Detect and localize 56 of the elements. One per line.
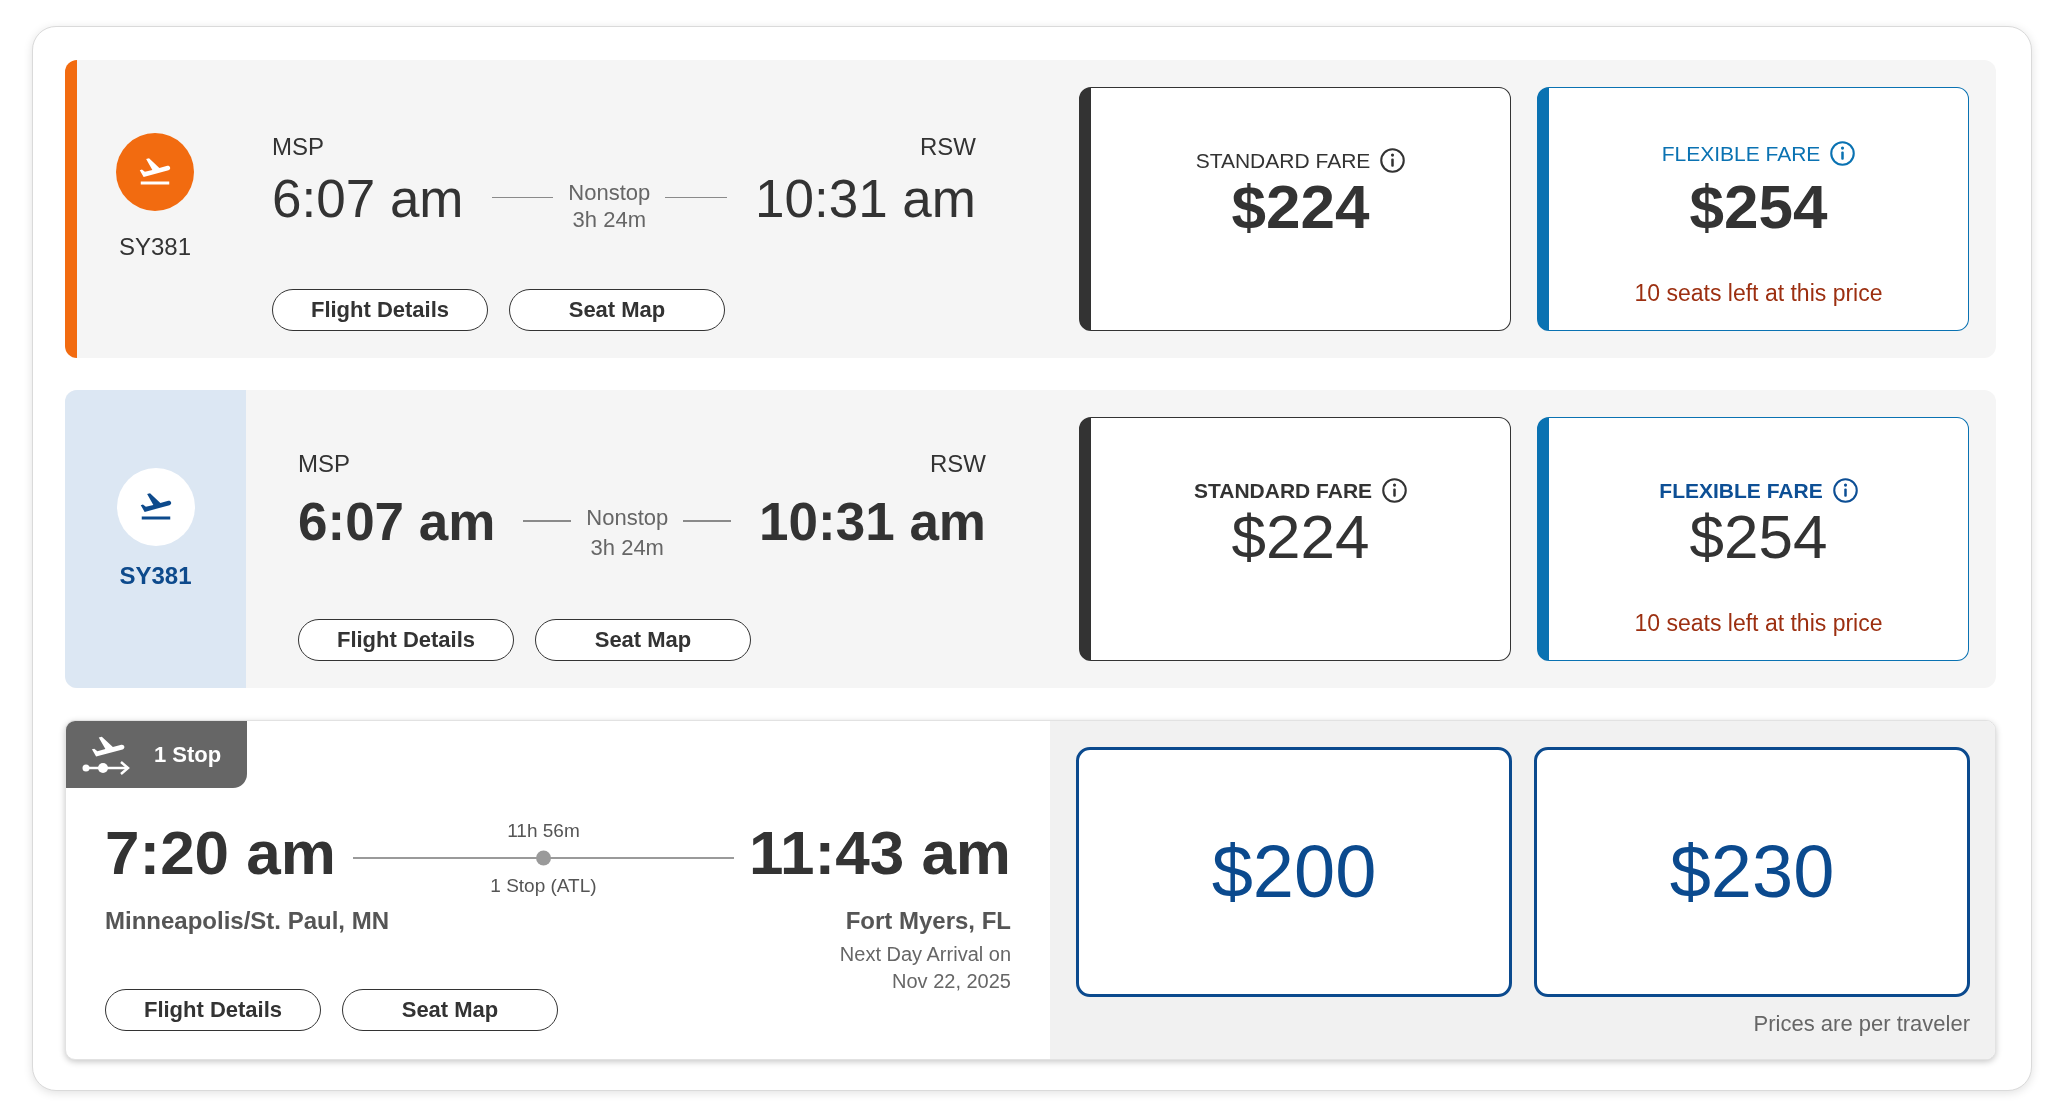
fare-option[interactable]: STANDARD FARE $224: [1079, 87, 1511, 331]
arrival-note: Next Day Arrival on Nov 22, 2025: [838, 941, 1011, 994]
flight-number: SY381: [118, 232, 192, 262]
route-line: [683, 520, 732, 522]
seat-map-button[interactable]: Seat Map: [535, 619, 751, 661]
fare-label: STANDARD FARE: [1193, 478, 1373, 504]
seat-map-button[interactable]: Seat Map: [509, 289, 725, 331]
route-line: [665, 196, 728, 199]
airport-code: MSP: [272, 133, 324, 163]
airport-code: RSW: [930, 450, 986, 480]
fare-option[interactable]: $230: [1534, 747, 1970, 997]
arrival-city: Fort Myers, FL: [845, 907, 1011, 936]
airport-code: MSP: [298, 450, 350, 480]
departure-time: 6:07 am: [272, 169, 464, 229]
fare-price: $254: [1689, 173, 1828, 242]
route-line: [523, 520, 572, 522]
stop-info: Nonstop: [586, 504, 669, 533]
fare-label: FLEXIBLE FARE: [1661, 141, 1821, 167]
seat-map-button[interactable]: Seat Map: [342, 988, 558, 1031]
plane-takeoff-icon: [116, 132, 194, 211]
arrival-time: 10:31 am: [755, 169, 976, 229]
seats-left-note: 10 seats left at this price: [1634, 610, 1883, 638]
stop-info: Nonstop: [568, 180, 651, 207]
fare-option[interactable]: FLEXIBLE FARE $254 10 seats left at this price: [1537, 87, 1969, 331]
departure-city: Minneapolis/St. Paul, MN: [105, 907, 390, 936]
stop-info: 1 Stop (ATL): [490, 874, 597, 897]
badge-label: 1 Stop: [154, 741, 222, 768]
fare-label: FLEXIBLE FARE: [1659, 478, 1823, 504]
plane-takeoff-icon: [116, 467, 195, 546]
flight-number: SY381: [119, 561, 192, 591]
departure-time: 6:07 am: [298, 493, 496, 552]
arrival-time: 11:43 am: [749, 819, 1011, 889]
fare-option[interactable]: FLEXIBLE FARE $254 10 seats left at this price: [1537, 417, 1969, 661]
flight-details-button[interactable]: Flight Details: [298, 619, 514, 661]
flight-duration: 3h 24m: [572, 206, 646, 233]
fare-price: $254: [1689, 503, 1828, 572]
departure-time: 7:20 am: [105, 819, 336, 889]
fare-price: $224: [1231, 503, 1370, 572]
flight-details-button[interactable]: Flight Details: [105, 988, 321, 1031]
fare-label: STANDARD FARE: [1195, 148, 1371, 174]
arrival-time: 10:31 am: [759, 493, 986, 552]
flight-details-button[interactable]: Flight Details: [272, 289, 488, 331]
info-icon[interactable]: [1382, 478, 1408, 504]
fare-price: $224: [1231, 173, 1370, 242]
info-icon[interactable]: [1380, 148, 1406, 174]
fare-option[interactable]: STANDARD FARE $224: [1079, 417, 1511, 661]
flight-duration: 11h 56m: [507, 819, 580, 842]
seats-left-note: 10 seats left at this price: [1634, 280, 1883, 308]
fare-price: $200: [1211, 831, 1377, 913]
airport-code: RSW: [920, 133, 976, 163]
info-icon[interactable]: [1832, 478, 1858, 504]
price-footnote: Prices are per traveler: [1753, 1011, 1970, 1038]
route-line: [491, 196, 554, 199]
flight-duration: 3h 24m: [590, 534, 664, 563]
fare-option[interactable]: $200: [1076, 747, 1512, 997]
fare-price: $230: [1669, 831, 1835, 913]
